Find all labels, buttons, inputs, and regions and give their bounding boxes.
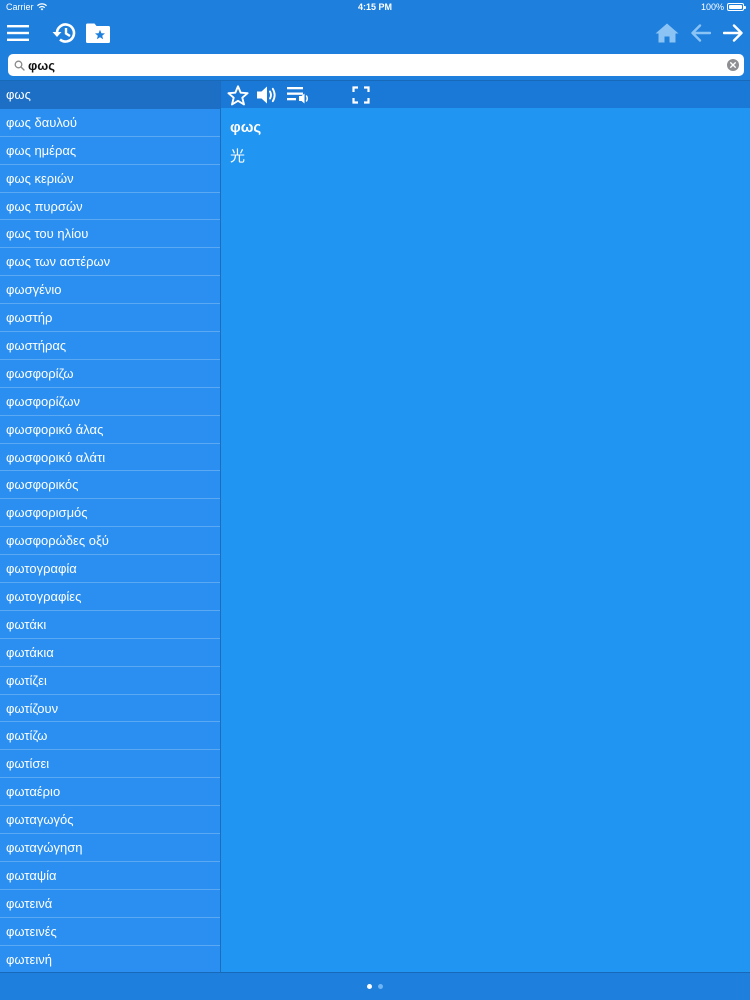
word-list-item[interactable]: φως πυρσών <box>0 193 220 221</box>
word-list-item[interactable]: φωστήρ <box>0 304 220 333</box>
word-list-item[interactable]: φωσφορώδες οξύ <box>0 527 220 556</box>
search-bar <box>8 54 744 76</box>
clear-search-button[interactable] <box>722 54 744 76</box>
history-icon <box>52 23 76 43</box>
word-list-item[interactable]: φωτογραφίες <box>0 583 220 611</box>
word-list-item[interactable]: φως των αστέρων <box>0 248 220 277</box>
word-list-item[interactable]: φωταέριο <box>0 778 220 807</box>
word-list-item[interactable]: φωτίζω <box>0 722 220 751</box>
back-arrow-icon <box>691 24 711 42</box>
word-list-item[interactable]: φωσφορικό άλας <box>0 416 220 444</box>
word-list-item[interactable]: φωτεινές <box>0 918 220 946</box>
entry-translation: 光 <box>230 147 246 165</box>
menu-button[interactable] <box>3 18 33 48</box>
entry-toolbar <box>221 81 750 108</box>
clear-icon <box>727 59 739 71</box>
favorite-button[interactable] <box>226 83 250 107</box>
battery-indicator: 100% <box>700 2 746 12</box>
status-bar: Carrier 4:15 PM 100% <box>0 0 750 14</box>
word-list-item[interactable]: φως κεριών <box>0 165 220 193</box>
fullscreen-icon <box>352 86 370 104</box>
word-list-item[interactable]: φωταγωγός <box>0 806 220 835</box>
word-list-item[interactable]: φωτίζουν <box>0 695 220 723</box>
word-list-item[interactable]: φως <box>0 81 220 109</box>
home-button[interactable] <box>652 18 682 48</box>
word-list-item[interactable]: φωτογραφία <box>0 555 220 584</box>
top-navigation-bar <box>0 14 750 52</box>
forward-button[interactable] <box>718 18 748 48</box>
word-list-item[interactable]: φωτίσει <box>0 750 220 779</box>
word-list-item[interactable]: φωσφορίζων <box>0 388 220 416</box>
star-icon <box>227 84 249 105</box>
forward-arrow-icon <box>723 24 743 42</box>
search-icon <box>10 54 28 76</box>
history-button[interactable] <box>50 18 80 48</box>
word-list-item[interactable]: φωτεινή <box>0 946 220 972</box>
word-list-item[interactable]: φωτίζει <box>0 667 220 695</box>
bottom-bar <box>0 972 750 1000</box>
back-button[interactable] <box>686 18 716 48</box>
menu-icon <box>7 25 29 41</box>
word-list-item[interactable]: φως ημέρας <box>0 137 220 165</box>
word-list-item[interactable]: φωσφορίζω <box>0 360 220 388</box>
status-time: 4:15 PM <box>357 2 392 12</box>
word-list-item[interactable]: φως δαυλού <box>0 109 220 137</box>
battery-icon <box>727 3 746 11</box>
word-list-item[interactable]: φωσφορικός <box>0 471 220 500</box>
page-dot[interactable] <box>367 984 372 989</box>
word-list-item[interactable]: φωταγώγηση <box>0 834 220 862</box>
word-list-item[interactable]: φωτάκι <box>0 611 220 639</box>
word-list-item[interactable]: φωτάκια <box>0 639 220 667</box>
fullscreen-button[interactable] <box>349 83 373 107</box>
word-list-item[interactable]: φωτεινά <box>0 890 220 918</box>
word-list-item[interactable]: φωστήρας <box>0 332 220 360</box>
word-list-item[interactable]: φωσγένιο <box>0 276 220 305</box>
home-icon <box>655 23 679 43</box>
page-indicator <box>0 984 750 989</box>
search-input[interactable] <box>28 54 722 76</box>
word-list-item[interactable]: φωταψία <box>0 862 220 890</box>
word-list-item[interactable]: φωσφορικό αλάτι <box>0 444 220 472</box>
speaker-icon <box>257 86 276 104</box>
word-list-item[interactable]: φως του ηλίου <box>0 220 220 249</box>
play-list-button[interactable] <box>287 83 311 107</box>
favorites-folder-button[interactable] <box>83 18 113 48</box>
playlist-audio-icon <box>287 87 308 104</box>
word-list-item[interactable]: φωσφορισμός <box>0 499 220 528</box>
battery-percent: 100% <box>700 2 724 12</box>
entry-detail-pane: φως 光 <box>221 81 750 972</box>
entry-headword: φως <box>230 119 262 136</box>
word-list: φως φως δαυλού φως ημέρας φως κεριών φως πυρ… <box>0 81 220 972</box>
star-folder-icon <box>86 23 110 43</box>
page-dot[interactable] <box>378 984 383 989</box>
pronounce-button[interactable] <box>255 83 279 107</box>
